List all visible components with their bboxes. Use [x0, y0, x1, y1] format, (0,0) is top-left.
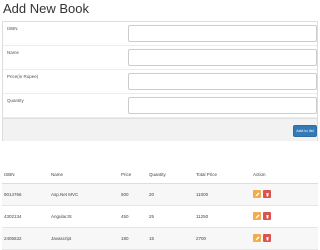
column-header-quantity: Quantity — [147, 167, 194, 184]
trash-icon — [265, 236, 269, 240]
cell-price: 450 — [119, 205, 147, 228]
column-header-price: Price — [119, 167, 147, 184]
cell-name: AngularJS — [49, 205, 119, 228]
edit-button[interactable] — [253, 212, 261, 220]
pencil-icon — [255, 192, 259, 196]
name-label: Name — [7, 50, 20, 55]
table-row: 2405632 Javascript 180 15 2700 — [2, 227, 318, 250]
cell-isbn: 9014766 — [2, 183, 49, 206]
page-title: Add New Book — [3, 1, 89, 16]
cell-action — [251, 205, 318, 228]
table-row: 4302134 AngularJS 450 25 11250 — [2, 205, 318, 228]
cell-quantity: 15 — [147, 227, 194, 250]
isbn-label: ISBN — [7, 26, 18, 31]
column-header-action: Action — [251, 167, 318, 184]
price-row: Price(in Rupee) — [3, 70, 317, 94]
cell-total-price: 2700 — [194, 227, 251, 250]
cell-price: 500 — [119, 183, 147, 206]
isbn-input[interactable] — [128, 25, 317, 42]
column-header-isbn: ISBN — [2, 167, 49, 184]
column-header-total-price: Total Price — [194, 167, 251, 184]
cell-quantity: 20 — [147, 183, 194, 206]
price-input[interactable] — [128, 73, 317, 90]
delete-button[interactable] — [263, 212, 271, 220]
cell-quantity: 25 — [147, 205, 194, 228]
trash-icon — [265, 192, 269, 196]
column-header-name: Name — [49, 167, 119, 184]
cell-total-price: 11000 — [194, 183, 251, 206]
pencil-icon — [255, 214, 259, 218]
cell-name: Javascript — [49, 227, 119, 250]
edit-button[interactable] — [253, 190, 261, 198]
quantity-row: Quantity — [3, 94, 317, 118]
delete-button[interactable] — [263, 190, 271, 198]
trash-icon — [265, 214, 269, 218]
cell-isbn: 4302134 — [2, 205, 49, 228]
add-book-form: ISBN Name Price(in Rupee) Quantity Add t… — [2, 21, 318, 141]
form-footer: Add to list — [3, 118, 317, 141]
name-input[interactable] — [128, 49, 317, 66]
cell-isbn: 2405632 — [2, 227, 49, 250]
cell-price: 180 — [119, 227, 147, 250]
book-table: ISBN Name Price Quantity Total Price Act… — [2, 167, 318, 250]
isbn-row: ISBN — [3, 22, 317, 46]
pencil-icon — [255, 236, 259, 240]
delete-button[interactable] — [263, 234, 271, 242]
edit-button[interactable] — [253, 234, 261, 242]
quantity-label: Quantity — [7, 98, 24, 103]
table-row: 9014766 Asp.Net MVC 500 20 11000 — [2, 183, 318, 206]
quantity-input[interactable] — [128, 97, 317, 114]
cell-action — [251, 227, 318, 250]
add-to-list-button[interactable]: Add to list — [293, 125, 317, 137]
cell-name: Asp.Net MVC — [49, 183, 119, 206]
table-header-row: ISBN Name Price Quantity Total Price Act… — [2, 167, 318, 184]
cell-action — [251, 183, 318, 206]
name-row: Name — [3, 46, 317, 70]
price-label: Price(in Rupee) — [7, 74, 39, 79]
cell-total-price: 11250 — [194, 205, 251, 228]
